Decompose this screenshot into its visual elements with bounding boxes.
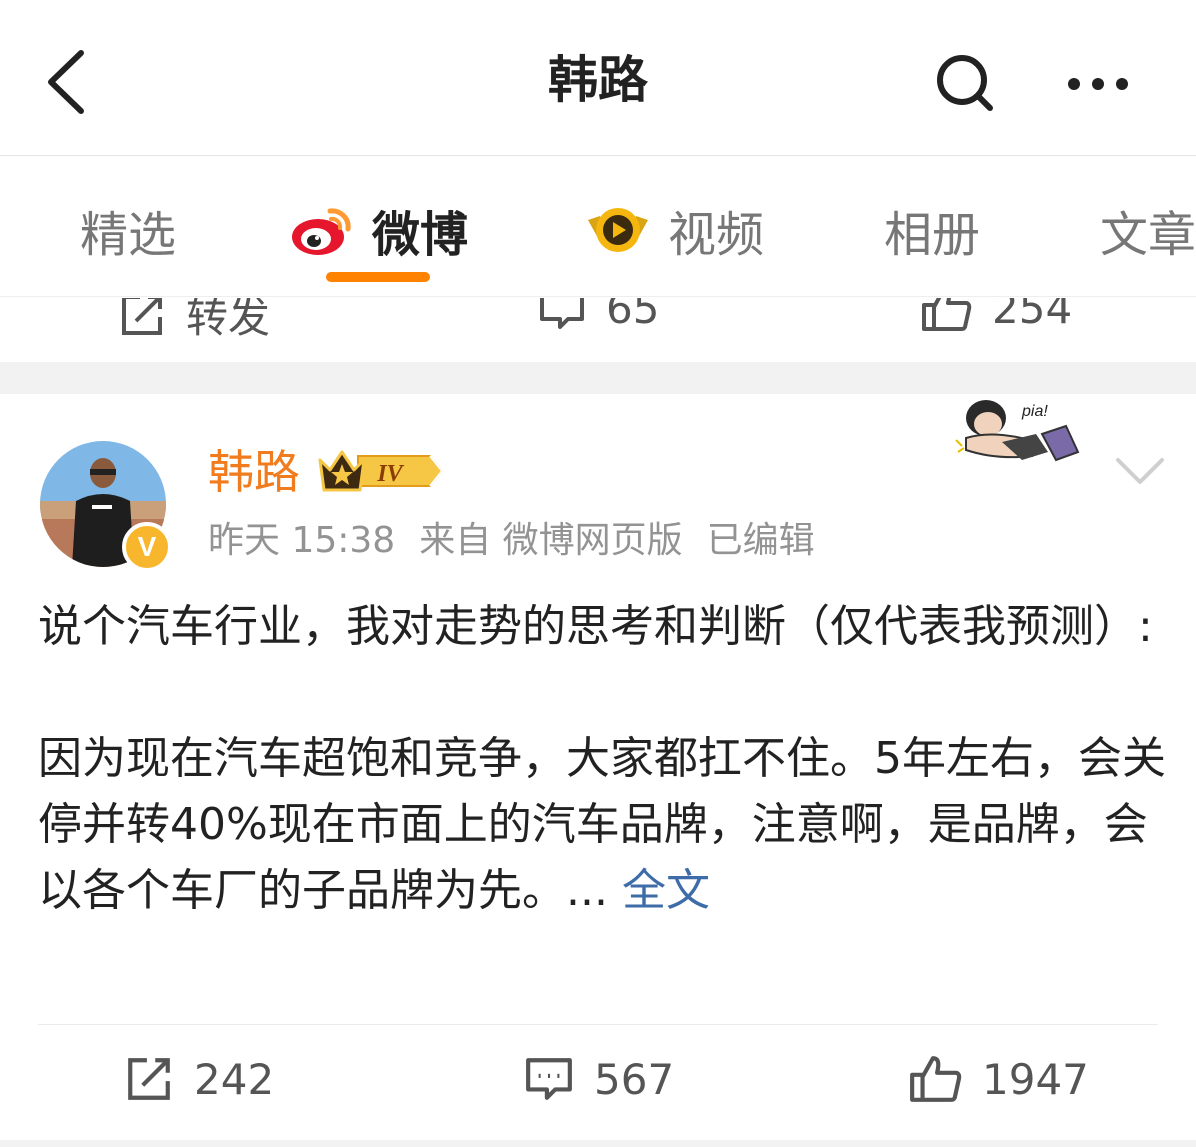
- post-paragraph: 说个汽车行业，我对走势的思考和判断（仅代表我预测）:: [38, 601, 1153, 652]
- previous-repost-button[interactable]: 转发: [118, 298, 270, 345]
- thumbs-up-icon: [910, 1056, 962, 1102]
- thumbs-up-icon: [922, 298, 972, 331]
- previous-like-count: 254: [992, 298, 1073, 333]
- top-nav-bar: 韩路: [0, 0, 1196, 156]
- post-body: 说个汽车行业，我对走势的思考和判断（仅代表我预测）: 因为现在汽车超饱和竞争，大…: [38, 594, 1168, 924]
- like-count: 1947: [982, 1054, 1089, 1104]
- previous-comment-button[interactable]: 65: [538, 298, 659, 333]
- sticker-text: pia!: [1021, 403, 1048, 420]
- more-horizontal-icon: [1068, 78, 1128, 90]
- vip-level-text: IV: [376, 461, 404, 487]
- tab-featured[interactable]: 精选: [80, 195, 176, 265]
- weibo-post-card: V 韩路 IV 昨天 15:38 来自 微博网页版 已编辑 pia! 说个汽车行业: [0, 394, 1196, 1147]
- profile-tabs: 精选 微博 视频 相册 文章: [0, 157, 1196, 297]
- feed-separator: [0, 1140, 1196, 1147]
- previous-repost-label: 转发: [186, 298, 271, 342]
- repost-icon: [128, 1058, 170, 1100]
- action-divider: [38, 1024, 1158, 1025]
- page-title: 韩路: [548, 51, 648, 109]
- vip-level-badge[interactable]: IV: [318, 446, 446, 496]
- previous-post-action-bar: 转发 65 254: [0, 298, 1196, 362]
- repost-icon: [122, 298, 162, 335]
- tab-label: 文章: [1100, 207, 1196, 263]
- post-source[interactable]: 来自 微博网页版: [419, 520, 682, 561]
- post-meta: 昨天 15:38 来自 微博网页版 已编辑: [208, 518, 839, 564]
- verified-badge: V: [122, 522, 172, 572]
- video-play-badge-icon: [584, 202, 652, 258]
- comment-icon: [526, 1058, 572, 1100]
- previous-comment-count: 65: [606, 298, 660, 333]
- tab-label: 精选: [80, 207, 177, 263]
- comment-count: 567: [594, 1054, 675, 1104]
- search-icon: [937, 55, 993, 111]
- repost-button[interactable]: 242: [124, 1054, 274, 1104]
- tab-label: 视频: [668, 207, 765, 263]
- tab-album[interactable]: 相册: [884, 195, 980, 265]
- search-button[interactable]: [930, 48, 1000, 118]
- post-edited-label: 已编辑: [706, 520, 815, 561]
- like-button[interactable]: 1947: [908, 1054, 1089, 1104]
- post-paragraph: 因为现在汽车超饱和竞争，大家都扛不住。5年左右，会关停并转40%现在市面上的汽车…: [38, 726, 1168, 924]
- tab-weibo[interactable]: 微博: [290, 195, 468, 265]
- active-tab-indicator: [326, 272, 430, 282]
- tab-label: 微博: [372, 207, 469, 263]
- weibo-logo-icon: [290, 201, 356, 259]
- post-author-name[interactable]: 韩路: [208, 444, 300, 500]
- previous-like-button[interactable]: 254: [920, 298, 1072, 333]
- chevron-down-icon: [1116, 458, 1164, 484]
- comment-icon: [540, 298, 584, 329]
- repost-count: 242: [194, 1054, 275, 1104]
- comment-button[interactable]: 567: [524, 1054, 674, 1104]
- tab-video[interactable]: 视频: [584, 195, 764, 265]
- full-text-link[interactable]: 全文: [622, 865, 710, 916]
- tab-label: 相册: [884, 207, 981, 263]
- feed-separator: [0, 362, 1196, 394]
- more-options-button[interactable]: [1060, 56, 1136, 112]
- pia-sticker-decoration: pia!: [952, 394, 1082, 484]
- tab-articles[interactable]: 文章: [1100, 195, 1196, 265]
- post-options-chevron[interactable]: [1112, 450, 1168, 490]
- post-time: 昨天 15:38: [208, 520, 396, 561]
- post-paragraph-text: 因为现在汽车超饱和竞争，大家都扛不住。5年左右，会关停并转40%现在市面上的汽车…: [38, 733, 1166, 916]
- post-action-bar: 242 567 1947: [0, 1044, 1196, 1124]
